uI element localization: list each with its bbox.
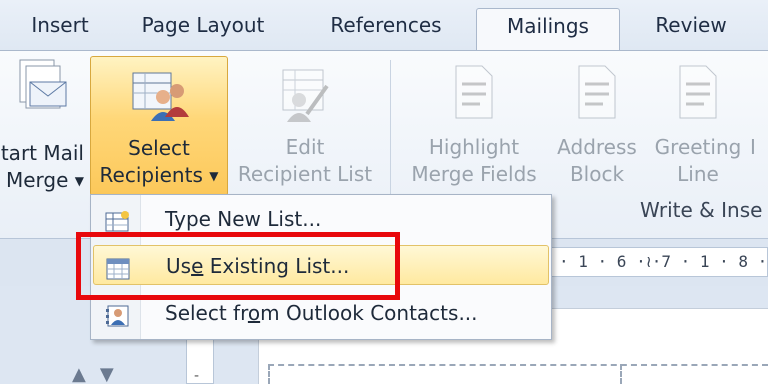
tab-review[interactable]: Review (648, 8, 734, 50)
highlight-merge-fields-button[interactable]: Highlight Merge Fields (402, 56, 546, 196)
tab-mailings[interactable]: Mailings (476, 8, 620, 52)
tab-references[interactable]: References (322, 8, 450, 50)
edit-list-icon (277, 66, 333, 128)
new-list-icon (105, 207, 131, 232)
address-block-icon (575, 62, 619, 126)
write-insert-group-label: Write & Inse (640, 198, 763, 222)
insert-merge-field-label: I (750, 135, 756, 159)
tab-page-layout[interactable]: Page Layout (128, 8, 278, 50)
ribbon-tab-strip: Insert Page Layout References Mailings R… (0, 0, 768, 52)
address-block-button[interactable]: Address Block (550, 56, 644, 196)
address-block-label-1: Address (557, 135, 637, 159)
highlight-annotation-box (76, 232, 400, 300)
insert-merge-field-button[interactable]: I (750, 56, 768, 196)
text-boundary-divider (620, 364, 622, 384)
start-mail-merge-label-2: Merge (5, 168, 69, 192)
dropdown-arrow-icon: ▼ (74, 174, 84, 188)
menu-item-select-outlook-contacts-accel: o (247, 301, 261, 325)
highlight-merge-fields-label-2: Merge Fields (411, 162, 537, 186)
horizontal-ruler[interactable]: · 1 · 6 ·≀·7 · 1 · 8 · 1 · (540, 247, 768, 277)
dropdown-arrow-icon: ▼ (209, 169, 219, 183)
start-mail-merge-label-1: tart Mail (0, 141, 84, 165)
select-recipients-label-2: Recipients (99, 163, 203, 187)
start-mail-merge-button[interactable]: tart Mail Merge ▼ (0, 56, 86, 196)
outlook-contacts-icon (105, 301, 131, 327)
select-recipients-label-1: Select (128, 136, 190, 160)
menu-item-select-outlook-contacts-label-b: m Outlook Contacts... (260, 301, 478, 325)
address-block-label-2: Block (569, 162, 625, 186)
navigation-arrows-icon[interactable]: ▲▼ (72, 364, 128, 384)
edit-recipient-list-label-2: Recipient List (237, 162, 373, 186)
edit-recipient-list-button[interactable]: Edit Recipient List (232, 56, 378, 196)
envelope-stack-icon (16, 56, 70, 120)
highlight-merge-fields-label-1: Highlight (428, 135, 520, 159)
highlight-fields-icon (452, 62, 496, 126)
menu-item-type-new-list-label: Type New List... (165, 207, 322, 231)
edit-recipient-list-label-1: Edit (285, 135, 325, 159)
vertical-ruler-mark: - (194, 368, 200, 384)
select-recipients-button[interactable]: Select Recipients ▼ (90, 56, 228, 196)
tab-insert[interactable]: Insert (18, 8, 102, 50)
greeting-line-button[interactable]: Greeting Line (648, 56, 748, 196)
menu-item-select-outlook-contacts-label-a: Select fr (165, 301, 248, 325)
greeting-line-label-1: Greeting (654, 135, 742, 159)
greeting-line-label-2: Line (677, 162, 719, 186)
text-boundary (268, 364, 768, 384)
recipients-people-icon (129, 67, 189, 129)
greeting-line-icon (676, 62, 720, 126)
